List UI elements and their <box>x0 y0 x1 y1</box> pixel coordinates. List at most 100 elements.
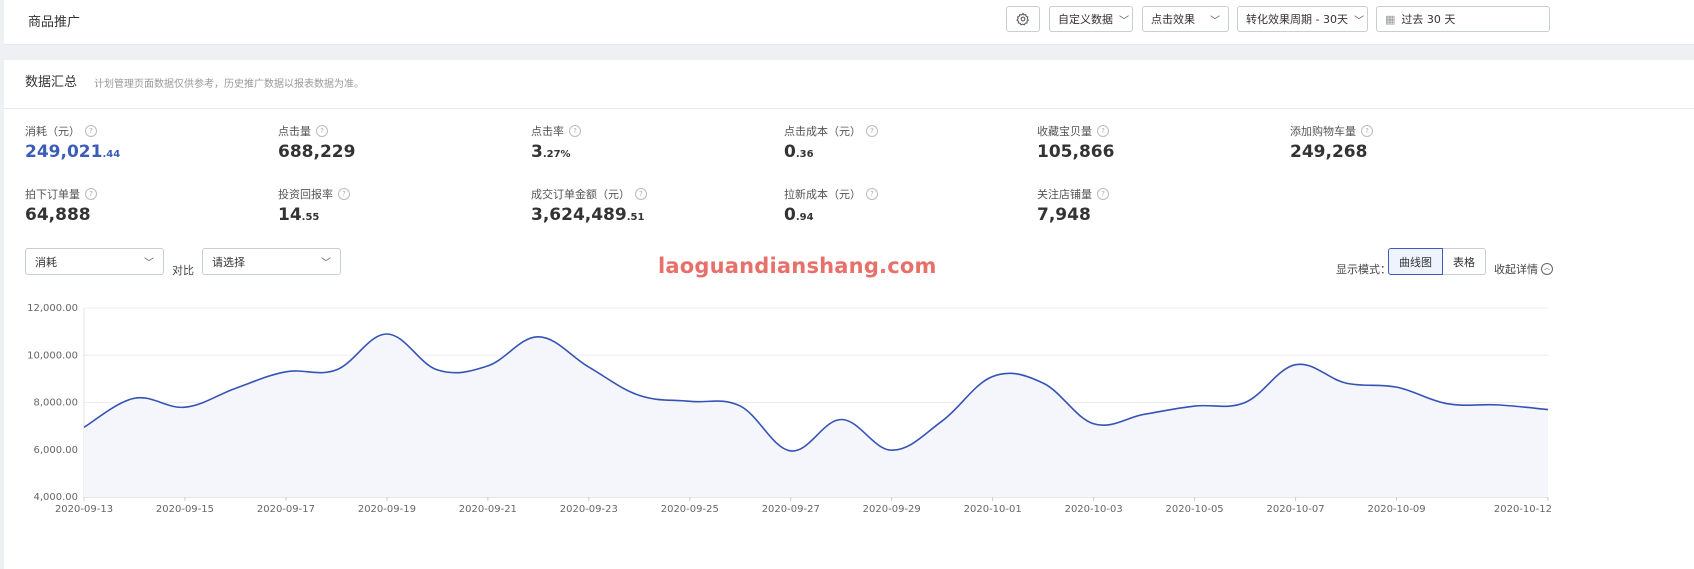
metric-value: 0.36 <box>784 142 814 162</box>
metric-value: 7,948 <box>1037 205 1091 225</box>
x-tick-label: 2020-10-05 <box>1166 504 1224 515</box>
metric-value: 688,229 <box>278 142 356 162</box>
summary-header: 数据汇总 计划管理页面数据仅供参考，历史推广数据以报表数据为准。 <box>4 60 1694 109</box>
x-tick-label: 2020-10-07 <box>1267 504 1325 515</box>
collapse-details-button[interactable]: 收起详情 ︿ <box>1494 261 1553 277</box>
metric-select-value: 消耗 <box>35 255 57 269</box>
conversion-period-label: 转化效果周期 - 30天 <box>1246 13 1348 26</box>
metric-label: 投资回报率 <box>278 188 333 201</box>
help-icon[interactable]: ? <box>569 125 581 137</box>
y-tick-label: 4,000.00 <box>33 492 78 503</box>
compare-select-value: 请选择 <box>212 255 245 269</box>
chevron-down-icon: ﹀ <box>1119 15 1129 27</box>
metric-label: 消耗（元） <box>25 125 80 138</box>
help-icon[interactable]: ? <box>635 188 647 200</box>
metric-label: 拍下订单量 <box>25 188 80 201</box>
click-effect-dropdown[interactable]: 点击效果 ﹀ <box>1142 6 1229 32</box>
mode-chart-button[interactable]: 曲线图 <box>1388 248 1443 275</box>
gear-icon <box>1016 12 1030 26</box>
x-tick-label: 2020-09-15 <box>156 504 214 515</box>
x-tick-label: 2020-09-29 <box>863 504 921 515</box>
click-effect-label: 点击效果 <box>1151 13 1195 26</box>
metric-clicks: 点击量? 688,229 <box>278 124 518 162</box>
metric-value: 3.27% <box>531 142 571 162</box>
x-tick-label: 2020-09-27 <box>762 504 820 515</box>
x-tick-label: 2020-09-23 <box>560 504 618 515</box>
y-tick-label: 12,000.00 <box>27 303 78 314</box>
metric-value: 105,866 <box>1037 142 1115 162</box>
cost-trend-chart: 4,000.00 6,000.00 8,000.00 10,000.00 12,000.… <box>27 303 1552 515</box>
help-icon[interactable]: ? <box>85 188 97 200</box>
x-tick-label: 2020-10-12 <box>1494 504 1552 515</box>
help-icon[interactable]: ? <box>866 188 878 200</box>
metric-value: 249,268 <box>1290 142 1368 162</box>
y-tick-label: 8,000.00 <box>33 398 78 409</box>
metric-favorites: 收藏宝贝量? 105,866 <box>1037 124 1277 162</box>
help-icon[interactable]: ? <box>1097 125 1109 137</box>
custom-data-dropdown[interactable]: 自定义数据 ﹀ <box>1049 6 1133 32</box>
chevron-down-icon: ﹀ <box>1353 15 1364 27</box>
display-mode-label: 显示模式： <box>1336 263 1391 276</box>
summary-note: 计划管理页面数据仅供参考，历史推广数据以报表数据为准。 <box>94 79 364 90</box>
metric-label: 关注店铺量 <box>1037 188 1092 201</box>
x-tick-label: 2020-10-09 <box>1367 504 1425 515</box>
mode-table-button[interactable]: 表格 <box>1443 248 1486 275</box>
date-range-picker[interactable]: ▦ 过去 30 天 <box>1376 6 1550 32</box>
compare-label: 对比 <box>172 264 194 277</box>
help-icon[interactable]: ? <box>1097 188 1109 200</box>
metric-label: 添加购物车量 <box>1290 125 1356 138</box>
metric-add-to-cart: 添加购物车量? 249,268 <box>1290 124 1530 162</box>
x-tick-label: 2020-09-25 <box>661 504 719 515</box>
help-icon[interactable]: ? <box>316 125 328 137</box>
top-bar: 商品推广 自定义数据 ﹀ 点击效果 ﹀ 转化效果周期 - 30天 ﹀ ▦ 过去 … <box>4 0 1694 45</box>
metric-shop-follows: 关注店铺量? 7,948 <box>1037 187 1277 225</box>
conversion-period-dropdown[interactable]: 转化效果周期 - 30天 ﹀ <box>1237 6 1368 32</box>
help-icon[interactable]: ? <box>85 125 97 137</box>
settings-button[interactable] <box>1006 6 1040 32</box>
metric-label: 点击率 <box>531 125 564 138</box>
metric-label: 点击量 <box>278 125 311 138</box>
compare-select[interactable]: 请选择 ﹀ <box>202 248 341 275</box>
x-tick-label: 2020-09-17 <box>257 504 315 515</box>
date-range-label: 过去 30 天 <box>1401 13 1456 26</box>
chevron-down-icon: ﹀ <box>144 258 154 269</box>
watermark: laoguandianshang.com <box>658 254 937 278</box>
metric-cpc: 点击成本（元）? 0.36 <box>784 124 1024 162</box>
metric-label: 成交订单金额（元） <box>531 188 630 201</box>
metric-ctr: 点击率? 3.27% <box>531 124 771 162</box>
y-tick-label: 10,000.00 <box>27 350 78 361</box>
calendar-icon: ▦ <box>1385 12 1396 26</box>
collapse-details-label: 收起详情 <box>1494 263 1538 276</box>
x-tick-label: 2020-09-13 <box>55 504 113 515</box>
data-summary-panel: 数据汇总 计划管理页面数据仅供参考，历史推广数据以报表数据为准。 消耗（元）? … <box>4 60 1694 569</box>
metric-value: 64,888 <box>25 205 91 225</box>
metric-select[interactable]: 消耗 ﹀ <box>25 248 164 275</box>
metric-label: 拉新成本（元） <box>784 188 861 201</box>
x-tick-label: 2020-10-01 <box>964 504 1022 515</box>
y-tick-label: 6,000.00 <box>33 445 78 456</box>
custom-data-label: 自定义数据 <box>1058 13 1113 26</box>
series-area <box>84 333 1548 497</box>
metric-roi: 投资回报率? 14.55 <box>278 187 518 225</box>
metric-orders: 拍下订单量? 64,888 <box>25 187 265 225</box>
chevron-down-icon: ﹀ <box>321 258 331 269</box>
metric-cost: 消耗（元）? 249,021.44 <box>25 124 265 162</box>
page-title: 商品推广 <box>28 15 81 30</box>
x-tick-label: 2020-10-03 <box>1065 504 1123 515</box>
metric-value: 14.55 <box>278 205 320 225</box>
metric-label: 收藏宝贝量 <box>1037 125 1092 138</box>
help-icon[interactable]: ? <box>866 125 878 137</box>
chevron-up-icon: ︿ <box>1541 263 1553 275</box>
metric-value: 0.94 <box>784 205 814 225</box>
display-mode-toggle: 曲线图 表格 <box>1388 248 1486 275</box>
metric-value: 3,624,489.51 <box>531 205 645 225</box>
chevron-down-icon: ﹀ <box>1210 15 1220 27</box>
x-tick-label: 2020-09-21 <box>459 504 517 515</box>
summary-title: 数据汇总 <box>25 75 78 90</box>
metric-acquisition-cost: 拉新成本（元）? 0.94 <box>784 187 1024 225</box>
help-icon[interactable]: ? <box>1361 125 1373 137</box>
x-tick-label: 2020-09-19 <box>358 504 416 515</box>
help-icon[interactable]: ? <box>338 188 350 200</box>
metric-value: 249,021.44 <box>25 142 121 162</box>
metric-gmv: 成交订单金额（元）? 3,624,489.51 <box>531 187 771 225</box>
